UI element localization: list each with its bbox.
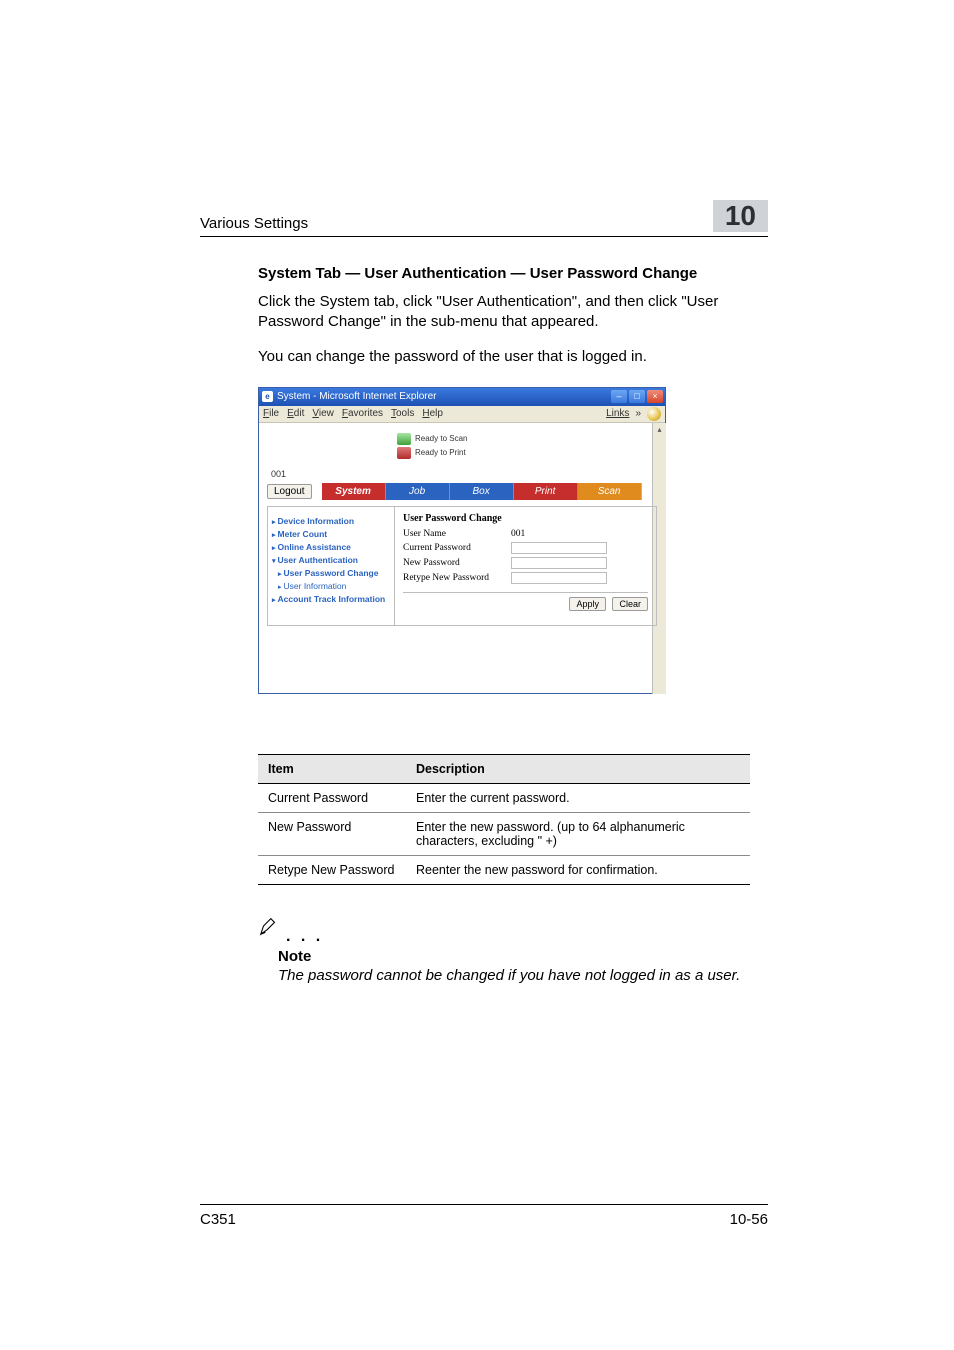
label-new-password: New Password bbox=[403, 558, 505, 568]
logged-user-id: 001 bbox=[271, 469, 657, 479]
device-status: Ready to Scan Ready to Print bbox=[267, 431, 657, 465]
logout-button[interactable]: Logout bbox=[267, 484, 312, 499]
sidebar-item-user-authentication[interactable]: User Authentication bbox=[272, 555, 390, 565]
th-description: Description bbox=[406, 754, 750, 783]
section-heading: System Tab — User Authentication — User … bbox=[258, 265, 768, 282]
cell-desc: Reenter the new password for confirmatio… bbox=[406, 855, 750, 884]
label-retype-new-password: Retype New Password bbox=[403, 573, 505, 583]
label-user-name: User Name bbox=[403, 529, 505, 539]
menu-edit[interactable]: Edit bbox=[287, 408, 304, 419]
footer-model: C351 bbox=[200, 1211, 236, 1228]
clear-button[interactable]: Clear bbox=[612, 597, 648, 611]
cell-item: Current Password bbox=[258, 783, 406, 812]
cell-desc: Enter the new password. (up to 64 alphan… bbox=[406, 812, 750, 855]
scanner-status-icon bbox=[397, 433, 411, 445]
links-label[interactable]: Links bbox=[606, 408, 629, 419]
chapter-number: 10 bbox=[713, 200, 768, 232]
form-title: User Password Change bbox=[403, 513, 648, 524]
sidebar-item-user-information[interactable]: User Information bbox=[278, 581, 390, 591]
value-user-name: 001 bbox=[511, 529, 525, 539]
sidebar-item-user-password-change[interactable]: User Password Change bbox=[278, 568, 390, 578]
cell-item: New Password bbox=[258, 812, 406, 855]
note-block: . . . Note The password cannot be change… bbox=[258, 915, 768, 984]
maximize-button[interactable]: □ bbox=[629, 390, 645, 403]
note-dots-icon: . . . bbox=[286, 932, 323, 942]
sidebar-item-device-info[interactable]: Device Information bbox=[272, 516, 390, 526]
tab-box[interactable]: Box bbox=[450, 483, 514, 500]
th-item: Item bbox=[258, 754, 406, 783]
tab-job[interactable]: Job bbox=[386, 483, 450, 500]
links-chevron-icon[interactable]: » bbox=[635, 408, 641, 419]
note-pen-icon bbox=[258, 915, 280, 942]
minimize-button[interactable]: – bbox=[611, 390, 627, 403]
tab-system[interactable]: System bbox=[322, 483, 386, 500]
menu-view[interactable]: View bbox=[312, 408, 334, 419]
section-para-2: You can change the password of the user … bbox=[258, 347, 768, 367]
menu-favorites[interactable]: Favorites bbox=[342, 408, 383, 419]
table-row: Retype New Password Reenter the new pass… bbox=[258, 855, 750, 884]
scroll-up-icon[interactable]: ▴ bbox=[653, 423, 666, 437]
running-title: Various Settings bbox=[200, 215, 308, 232]
label-current-password: Current Password bbox=[403, 543, 505, 553]
note-heading: Note bbox=[278, 948, 768, 965]
printer-status-icon bbox=[397, 447, 411, 459]
ie-throbber-icon bbox=[647, 407, 661, 421]
status-scan-text: Ready to Scan bbox=[415, 434, 467, 443]
window-title: System - Microsoft Internet Explorer bbox=[277, 391, 437, 402]
tab-print[interactable]: Print bbox=[514, 483, 578, 500]
status-print-text: Ready to Print bbox=[415, 448, 466, 457]
note-body: The password cannot be changed if you ha… bbox=[278, 967, 768, 984]
cell-item: Retype New Password bbox=[258, 855, 406, 884]
current-password-input[interactable] bbox=[511, 542, 607, 554]
table-row: Current Password Enter the current passw… bbox=[258, 783, 750, 812]
footer-page: 10-56 bbox=[730, 1211, 768, 1228]
menubar: File Edit View Favorites Tools Help Link… bbox=[259, 406, 665, 423]
close-button[interactable]: × bbox=[647, 390, 663, 403]
sidebar-item-online-assistance[interactable]: Online Assistance bbox=[272, 542, 390, 552]
ie-logo-icon: e bbox=[262, 391, 273, 402]
new-password-input[interactable] bbox=[511, 557, 607, 569]
titlebar: e System - Microsoft Internet Explorer –… bbox=[259, 388, 665, 406]
tab-scan[interactable]: Scan bbox=[578, 483, 642, 500]
sidebar-item-meter-count[interactable]: Meter Count bbox=[272, 529, 390, 539]
content-panel: User Password Change User Name 001 Curre… bbox=[395, 506, 657, 626]
sidebar: Device Information Meter Count Online As… bbox=[267, 506, 395, 626]
item-description-table: Item Description Current Password Enter … bbox=[258, 754, 750, 885]
menu-tools[interactable]: Tools bbox=[391, 408, 414, 419]
retype-new-password-input[interactable] bbox=[511, 572, 607, 584]
menu-file[interactable]: File bbox=[263, 408, 279, 419]
sidebar-item-account-track-info[interactable]: Account Track Information bbox=[272, 594, 390, 604]
browser-window: e System - Microsoft Internet Explorer –… bbox=[258, 387, 666, 694]
table-row: New Password Enter the new password. (up… bbox=[258, 812, 750, 855]
menu-help[interactable]: Help bbox=[422, 408, 443, 419]
cell-desc: Enter the current password. bbox=[406, 783, 750, 812]
section-para-1: Click the System tab, click "User Authen… bbox=[258, 292, 768, 333]
apply-button[interactable]: Apply bbox=[569, 597, 606, 611]
